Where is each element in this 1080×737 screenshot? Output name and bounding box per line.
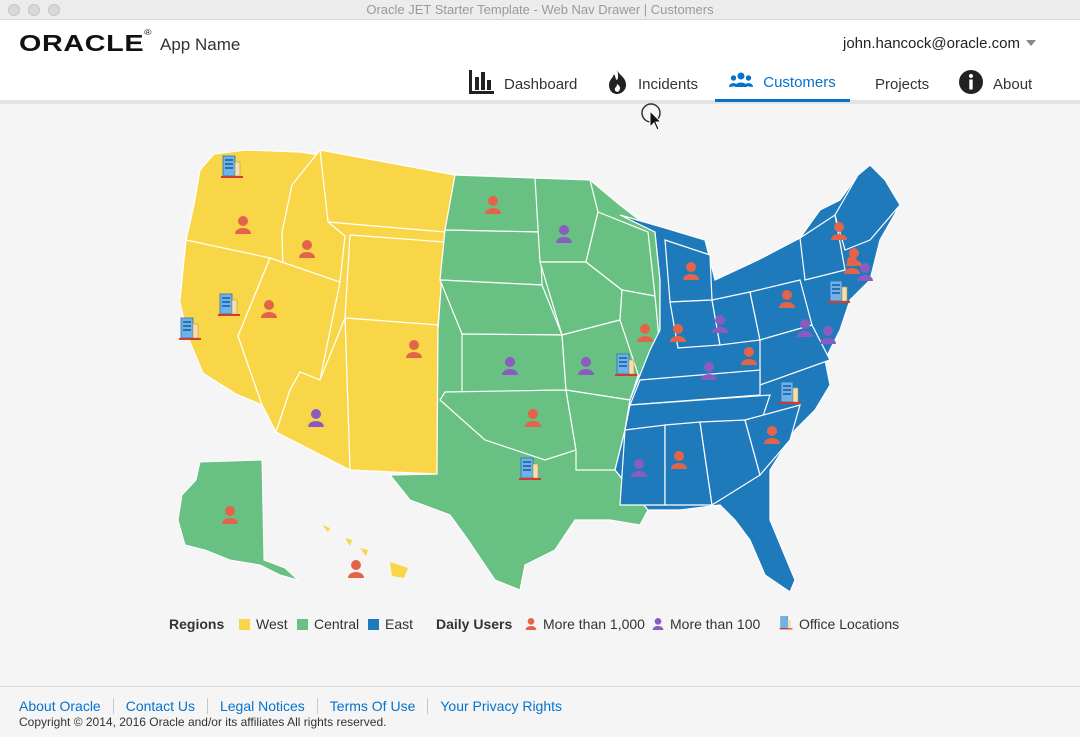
people-icon — [729, 72, 754, 94]
legend-region-central[interactable]: Central — [297, 616, 359, 632]
fire-icon — [608, 70, 628, 98]
user-menu[interactable]: john.hancock@oracle.com — [843, 35, 1020, 52]
legal-notices-link[interactable]: Legal Notices — [206, 698, 317, 714]
user-marker[interactable] — [348, 560, 364, 578]
window-title: Oracle JET Starter Template - Web Nav Dr… — [366, 2, 714, 17]
person-icon — [525, 618, 537, 630]
legend-swatch — [368, 619, 379, 630]
contact-us-link[interactable]: Contact Us — [112, 698, 207, 714]
page-footer: About Oracle Contact Us Legal Notices Te… — [0, 686, 1080, 737]
app-header: ORACLE® App Name john.hancock@oracle.com… — [0, 20, 1080, 104]
terms-of-use-link[interactable]: Terms Of Use — [316, 698, 428, 714]
tab-dashboard[interactable]: Dashboard — [469, 66, 577, 102]
minimize-window-button[interactable] — [28, 4, 40, 16]
window-titlebar: Oracle JET Starter Template - Web Nav Dr… — [0, 0, 1080, 20]
info-icon — [959, 70, 983, 98]
window-controls[interactable] — [8, 4, 60, 16]
footer-links: About Oracle Contact Us Legal Notices Te… — [19, 698, 574, 714]
region-east[interactable] — [614, 164, 901, 593]
mouse-cursor — [641, 103, 663, 136]
legend-region-west[interactable]: West — [239, 616, 288, 632]
oracle-logo: ORACLE® — [19, 28, 153, 56]
legend-swatch — [239, 619, 250, 630]
app-name: App Name — [160, 35, 241, 54]
legend-daily-users-title: Daily Users — [436, 616, 513, 632]
legend-regions-title: Regions — [169, 616, 225, 632]
privacy-rights-link[interactable]: Your Privacy Rights — [427, 698, 574, 714]
chevron-down-icon[interactable] — [1026, 40, 1036, 46]
person-icon — [652, 618, 664, 630]
tab-projects[interactable]: Projects — [875, 66, 929, 102]
office-building-icon — [779, 616, 793, 630]
copyright-text: Copyright © 2014, 2016 Oracle and/or its… — [19, 715, 387, 729]
legend-office-locations[interactable]: Office Locations — [779, 616, 899, 632]
legend-users-1000[interactable]: More than 1,000 — [525, 616, 645, 632]
legend-swatch — [297, 619, 308, 630]
legend-users-100[interactable]: More than 100 — [652, 616, 760, 632]
region-west-islands[interactable] — [177, 459, 408, 581]
bar-chart-icon — [469, 70, 494, 98]
tab-customers[interactable]: Customers — [715, 66, 850, 102]
legend-region-east[interactable]: East — [368, 616, 413, 632]
us-regions-map[interactable] — [160, 150, 920, 600]
close-window-button[interactable] — [8, 4, 20, 16]
tab-about[interactable]: About — [959, 66, 1032, 102]
zoom-window-button[interactable] — [48, 4, 60, 16]
about-oracle-link[interactable]: About Oracle — [19, 698, 113, 714]
tab-incidents[interactable]: Incidents — [608, 66, 698, 102]
